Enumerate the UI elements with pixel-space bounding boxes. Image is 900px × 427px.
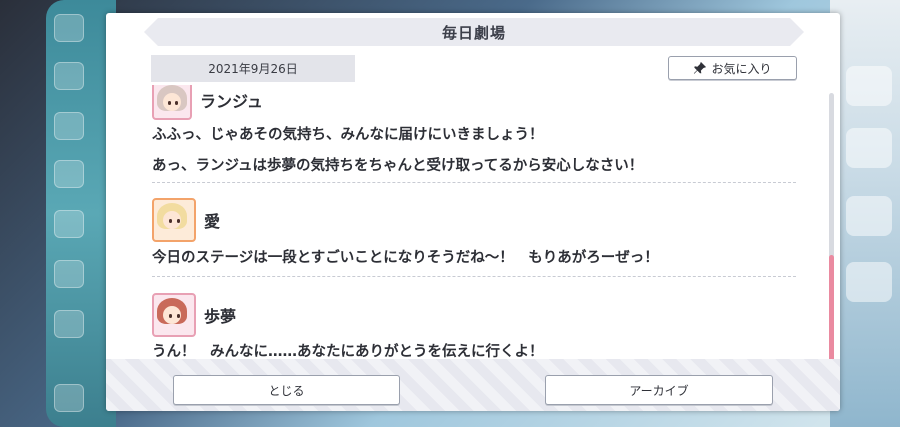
message-header: 歩夢 xyxy=(152,293,796,337)
speaker-name: ランジュ xyxy=(200,92,263,111)
right-menu-button[interactable] xyxy=(846,66,892,106)
right-menu-button[interactable] xyxy=(846,262,892,302)
pin-icon xyxy=(694,61,707,74)
gift-icon[interactable] xyxy=(54,160,84,188)
avatar xyxy=(152,293,196,337)
speaker-name: 愛 xyxy=(204,212,221,231)
fullscreen-icon[interactable] xyxy=(54,310,84,338)
trophy-icon[interactable] xyxy=(54,260,84,288)
profile-icon[interactable] xyxy=(54,384,84,412)
chat-icon[interactable] xyxy=(54,62,84,90)
avatar xyxy=(152,85,192,120)
speaker-name: 歩夢 xyxy=(204,307,237,326)
dialog-title-bar: 毎日劇場 xyxy=(144,18,804,46)
date-tab[interactable]: 2021年9月26日 xyxy=(151,55,355,82)
right-menu-button[interactable] xyxy=(846,196,892,236)
message-item: ランジュ ふふっ、じゃあその気持ち、みんなに届けにいきましょう！ あっ、ランジュ… xyxy=(152,85,796,183)
message-list[interactable]: ランジュ ふふっ、じゃあその気持ち、みんなに届けにいきましょう！ あっ、ランジュ… xyxy=(152,85,796,381)
daily-theater-dialog: 毎日劇場 2021年9月26日 お気に入り ランジュ ふふっ、じゃあその気持ち、… xyxy=(106,13,840,411)
message-header: ランジュ xyxy=(152,85,796,120)
scrollbar[interactable] xyxy=(829,93,834,365)
archive-button[interactable]: アーカイブ xyxy=(545,375,773,405)
scrollbar-thumb[interactable] xyxy=(829,255,834,365)
points-icon[interactable] xyxy=(54,112,84,140)
favorite-label: お気に入り xyxy=(711,61,772,76)
camera-icon[interactable] xyxy=(54,210,84,238)
message-text: ふふっ、じゃあその気持ち、みんなに届けにいきましょう！ xyxy=(152,127,544,143)
menu-icon[interactable] xyxy=(54,14,84,42)
message-text: あっ、ランジュは歩夢の気持ちをちゃんと受け取ってるから安心しなさい！ xyxy=(152,158,644,174)
close-button[interactable]: とじる xyxy=(173,375,400,405)
avatar xyxy=(152,198,196,242)
message-header: 愛 xyxy=(152,197,796,243)
right-menu-button[interactable] xyxy=(846,128,892,168)
dialog-title: 毎日劇場 xyxy=(441,23,506,42)
message-item: 愛 今日のステージは一段とすごいことになりそうだね～！ もりあがろーぜっ！ xyxy=(152,183,796,277)
right-sidebar xyxy=(830,0,900,427)
favorite-button[interactable]: お気に入り xyxy=(668,56,797,80)
message-text: 今日のステージは一段とすごいことになりそうだね～！ もりあがろーぜっ！ xyxy=(152,250,659,266)
message-item: 歩夢 うん！ みんなに……あなたにありがとうを伝えに行くよ！ xyxy=(152,277,796,368)
